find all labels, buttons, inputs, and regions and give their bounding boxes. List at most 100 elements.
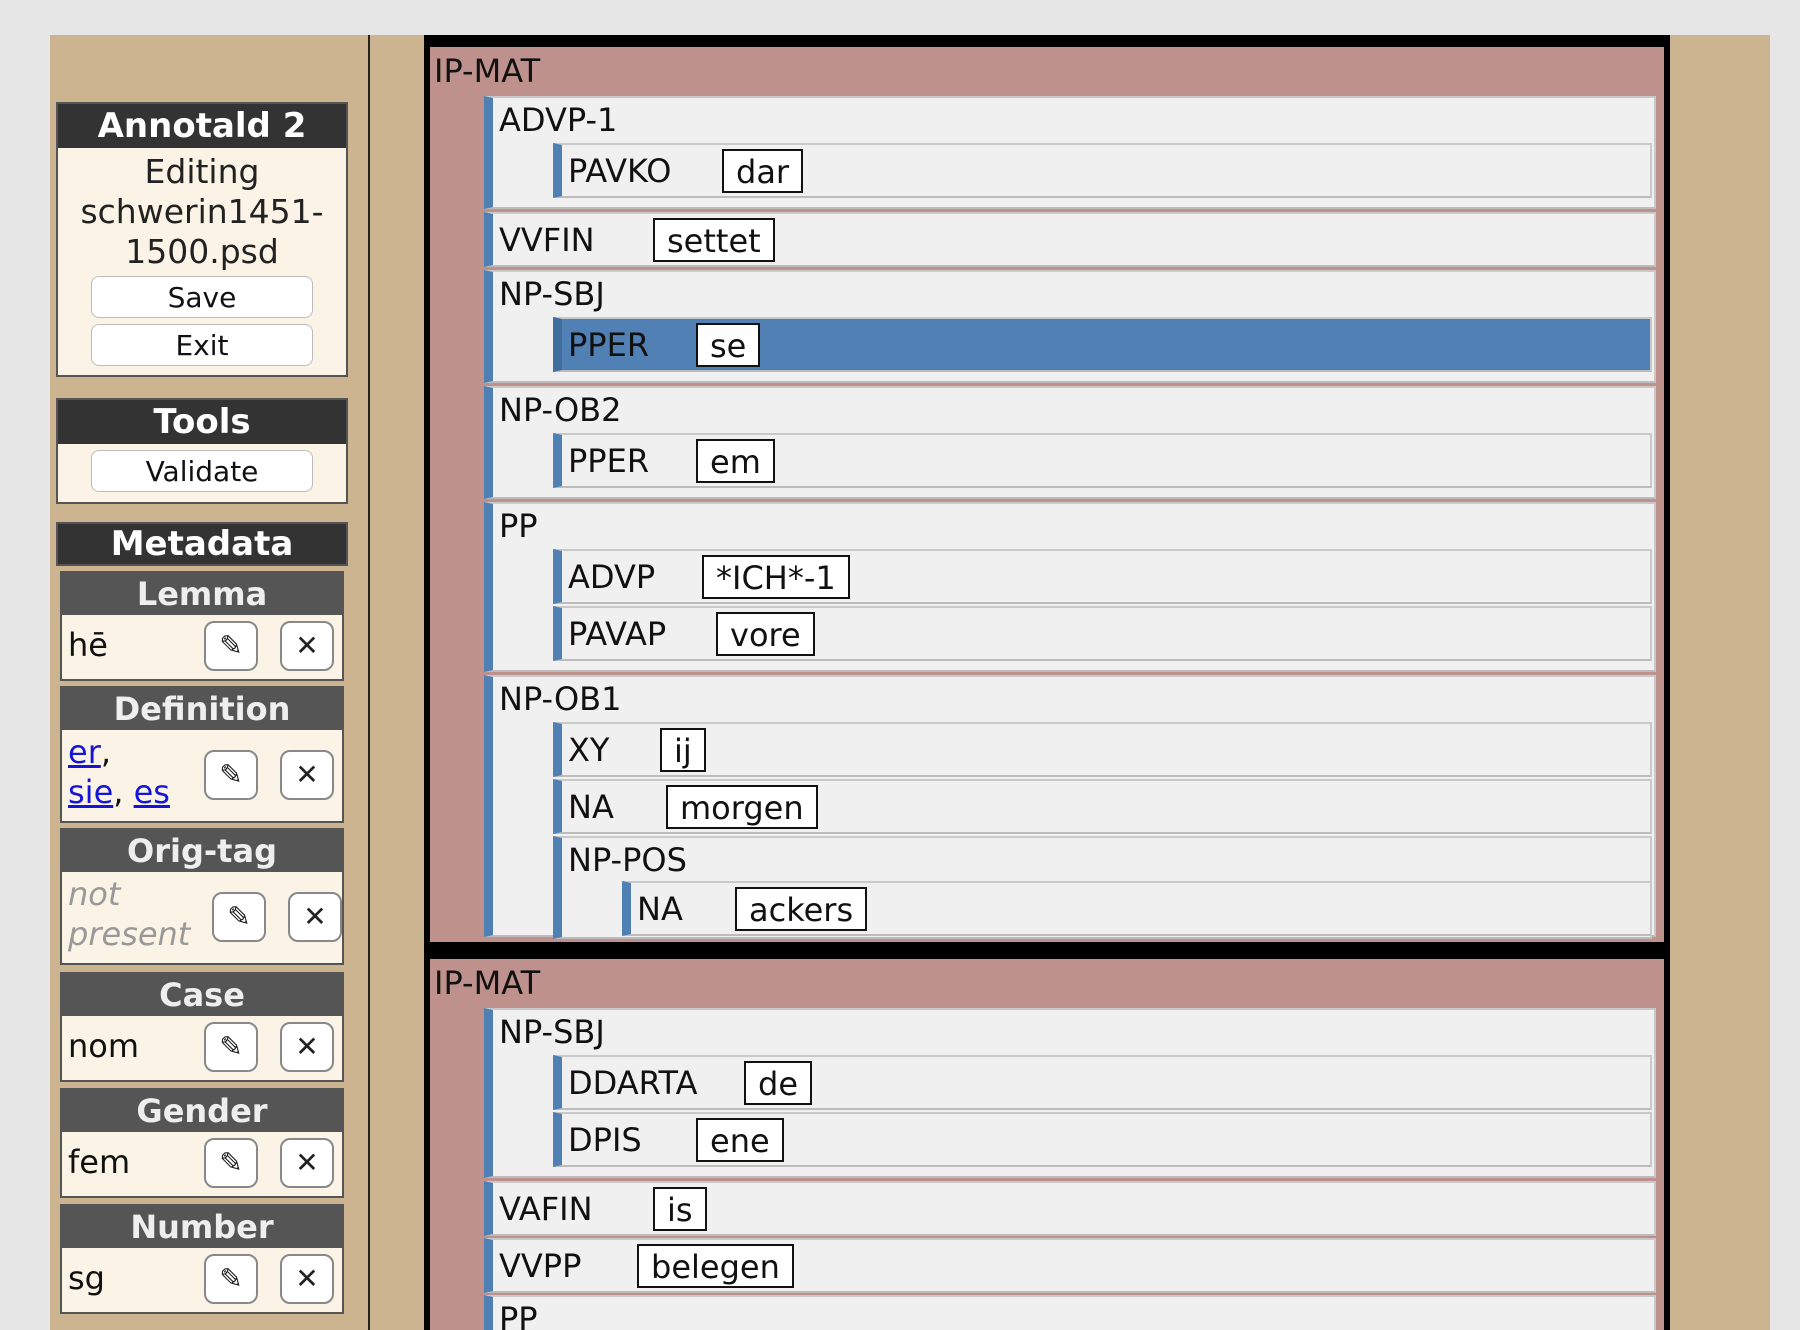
tree-node-pavap[interactable]: PAVAP vore (553, 606, 1652, 661)
filename: schwerin1451-1500.psd (80, 192, 324, 271)
definition-link-er[interactable]: er (68, 733, 101, 771)
meta-lemma: Lemma hē ✎ ✕ (60, 571, 344, 681)
delete-definition-close-icon[interactable]: ✕ (280, 750, 334, 800)
tree-node-np-sbj[interactable]: NP-SBJ PPER se (484, 270, 1656, 383)
meta-origtag: Orig-tag not present ✎ ✕ (60, 828, 344, 965)
validate-button[interactable]: Validate (91, 450, 313, 492)
node-label-np-sbj: NP-SBJ (499, 1013, 605, 1051)
node-label-ip-mat: IP-MAT (434, 52, 541, 90)
definition-link-es[interactable]: es (134, 773, 170, 811)
tree-node-pper-selected[interactable]: PPER se (553, 317, 1652, 372)
node-label-np-pos: NP-POS (568, 841, 687, 879)
tree-node-np-ob1[interactable]: NP-OB1 XY ij NA morgen NP-POS NA ackers (484, 675, 1656, 939)
word-em[interactable]: em (696, 439, 775, 483)
tree-node-dpis[interactable]: DPIS ene (553, 1112, 1652, 1167)
meta-definition: Definition er, sie, es ✎ ✕ (60, 686, 344, 823)
delete-case-close-icon[interactable]: ✕ (280, 1022, 334, 1072)
metadata-title: Metadata (56, 522, 348, 566)
tree-node-np-ob2[interactable]: NP-OB2 PPER em (484, 386, 1656, 499)
node-label-np-sbj: NP-SBJ (499, 275, 605, 313)
save-button[interactable]: Save (91, 276, 313, 318)
word-dar[interactable]: dar (722, 149, 804, 193)
annotald-app: Annotald 2 Editing schwerin1451-1500.psd… (50, 35, 1770, 1330)
word-de[interactable]: de (744, 1061, 812, 1105)
meta-case-label: Case (62, 974, 342, 1016)
tree-node-vvfin[interactable]: VVFIN settet (484, 212, 1656, 267)
node-label-vvpp: VVPP (499, 1247, 582, 1285)
meta-number-value: sg (68, 1259, 105, 1297)
tree-node-ip-mat-1[interactable]: IP-MAT ADVP-1 PAVKO dar VVFIN settet NP-… (430, 47, 1664, 942)
meta-definition-label: Definition (62, 688, 342, 730)
editing-label: Editing (144, 152, 260, 191)
node-label-dpis: DPIS (568, 1121, 642, 1159)
word-ene[interactable]: ene (696, 1118, 784, 1162)
delete-gender-close-icon[interactable]: ✕ (280, 1138, 334, 1188)
tree-node-vvpp[interactable]: VVPP belegen (484, 1238, 1656, 1293)
node-label-pavko: PAVKO (568, 152, 672, 190)
word-belegen[interactable]: belegen (637, 1244, 794, 1288)
meta-gender-label: Gender (62, 1090, 342, 1132)
word-is[interactable]: is (653, 1187, 707, 1231)
meta-gender: Gender fem ✎ ✕ (60, 1088, 344, 1198)
tree-node-pp-2[interactable]: PP (484, 1295, 1656, 1330)
tree-node-xy[interactable]: XY ij (553, 722, 1652, 777)
node-label-ip-mat: IP-MAT (434, 964, 541, 1002)
tools-title: Tools (58, 400, 346, 444)
tree-node-np-pos[interactable]: NP-POS NA ackers (553, 836, 1652, 939)
node-label-advp: ADVP (568, 558, 656, 596)
meta-gender-value: fem (68, 1143, 131, 1181)
meta-lemma-value: hē (68, 626, 108, 664)
edit-number-pencil-icon[interactable]: ✎ (204, 1254, 258, 1304)
tree-node-pper[interactable]: PPER em (553, 433, 1652, 488)
edit-case-pencil-icon[interactable]: ✎ (204, 1022, 258, 1072)
edit-origtag-pencil-icon[interactable]: ✎ (212, 892, 266, 942)
edit-gender-pencil-icon[interactable]: ✎ (204, 1138, 258, 1188)
edit-lemma-pencil-icon[interactable]: ✎ (204, 621, 258, 671)
word-ich-trace[interactable]: *ICH*-1 (702, 555, 850, 599)
tree-node-pavko[interactable]: PAVKO dar (553, 143, 1652, 198)
tree-node-np-sbj-2[interactable]: NP-SBJ DDARTA de DPIS ene (484, 1008, 1656, 1178)
tree-node-vafin[interactable]: VAFIN is (484, 1181, 1656, 1236)
node-label-pp: PP (499, 1300, 538, 1330)
tree-node-na[interactable]: NA morgen (553, 779, 1652, 834)
exit-button[interactable]: Exit (91, 324, 313, 366)
app-title: Annotald 2 (58, 104, 346, 148)
delete-lemma-close-icon[interactable]: ✕ (280, 621, 334, 671)
tree-editor: IP-MAT ADVP-1 PAVKO dar VVFIN settet NP-… (424, 35, 1670, 1330)
definition-link-sie[interactable]: sie (68, 773, 113, 811)
meta-case: Case nom ✎ ✕ (60, 972, 344, 1082)
meta-number-label: Number (62, 1206, 342, 1248)
file-panel: Annotald 2 Editing schwerin1451-1500.psd… (56, 102, 348, 377)
edit-definition-pencil-icon[interactable]: ✎ (204, 750, 258, 800)
delete-origtag-close-icon[interactable]: ✕ (288, 892, 342, 942)
word-se[interactable]: se (696, 323, 761, 367)
node-label-np-ob2: NP-OB2 (499, 391, 622, 429)
meta-definition-value: er, sie, es (68, 733, 170, 811)
tree-node-na-ackers[interactable]: NA ackers (622, 881, 1652, 936)
word-morgen[interactable]: morgen (666, 785, 818, 829)
tree-node-ip-mat-2[interactable]: IP-MAT NP-SBJ DDARTA de DPIS ene VAFIN i… (430, 959, 1664, 1330)
node-label-pavap: PAVAP (568, 615, 667, 653)
node-label-pp: PP (499, 507, 538, 545)
node-label-na: NA (568, 788, 614, 826)
word-settet[interactable]: settet (653, 218, 775, 262)
node-label-vafin: VAFIN (499, 1190, 593, 1228)
node-label-pper: PPER (568, 326, 650, 364)
delete-number-close-icon[interactable]: ✕ (280, 1254, 334, 1304)
node-label-xy: XY (568, 731, 610, 769)
tree-node-pp[interactable]: PP ADVP *ICH*-1 PAVAP vore (484, 502, 1656, 672)
node-label-na: NA (637, 890, 683, 928)
metadata-panel: Metadata Lemma hē ✎ ✕ Definition er, sie… (56, 522, 348, 1330)
tree-node-advp[interactable]: ADVP *ICH*-1 (553, 549, 1652, 604)
tree-node-ddarta[interactable]: DDARTA de (553, 1055, 1652, 1110)
meta-lemma-label: Lemma (62, 573, 342, 615)
node-label-pper: PPER (568, 442, 650, 480)
tree-node-advp-1[interactable]: ADVP-1 PAVKO dar (484, 96, 1656, 209)
word-ackers[interactable]: ackers (735, 887, 868, 931)
node-label-ddarta: DDARTA (568, 1064, 698, 1102)
word-ij[interactable]: ij (660, 728, 706, 772)
tools-panel: Tools Validate (56, 398, 348, 504)
node-label-vvfin: VVFIN (499, 221, 595, 259)
word-vore[interactable]: vore (716, 612, 815, 656)
sidebar: Annotald 2 Editing schwerin1451-1500.psd… (50, 35, 370, 1330)
